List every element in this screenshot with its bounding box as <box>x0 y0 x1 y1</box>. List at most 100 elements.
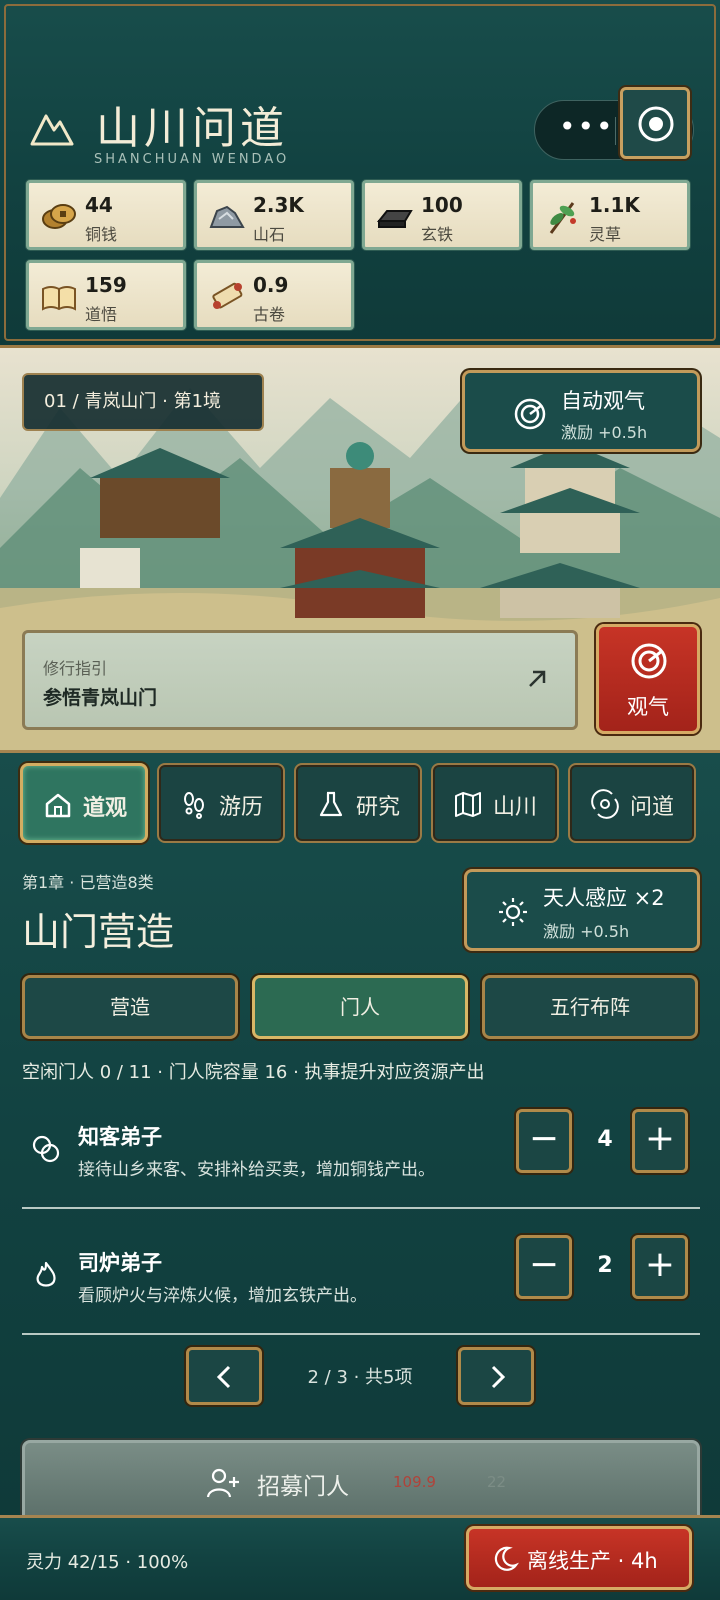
resource-label: 道悟 <box>85 305 118 324</box>
chevron-right-icon <box>491 1365 506 1389</box>
app-subtitle: SHANCHUAN WENDAO <box>94 152 290 167</box>
resource-value: 2.3K <box>253 193 304 217</box>
recruit-label: 招募门人 <box>257 1474 349 1500</box>
recruit-cost-coins: 109.9 <box>393 1473 436 1491</box>
tab-label: 研究 <box>356 795 401 820</box>
guide-title: 修行指引 <box>43 659 108 678</box>
disciple-row: 知客弟子 接待山乡来客、安排补给买卖，增加铜钱产出。 − 4 + <box>22 1093 700 1209</box>
header: 山川问道 SHANCHUAN WENDAO ••• 44 铜钱 2.3K 山石 <box>0 0 720 348</box>
recruit-disciple-button[interactable]: 招募门人 109.9 22 <box>22 1440 700 1524</box>
flame-icon <box>36 1261 56 1287</box>
recruit-cost-herb: 22 <box>487 1473 507 1491</box>
radar-icon <box>631 643 667 679</box>
sect-scene[interactable]: 01 / 青岚山门 · 第1境 自动观气 激励 +0.5h 修行指引 参悟青岚山… <box>0 348 720 750</box>
offline-production-button[interactable]: 离线生产 · 4h <box>466 1526 692 1590</box>
tab-travel[interactable]: 游历 <box>157 763 285 843</box>
tab-wendao[interactable]: 问道 <box>568 763 696 843</box>
radar-icon <box>514 398 546 430</box>
auto-observe-sub: 激励 +0.5h <box>561 423 648 442</box>
capsule-divider <box>615 117 616 145</box>
iron-ingot-icon <box>376 210 413 228</box>
plus-button[interactable]: + <box>632 1109 688 1173</box>
orbit-icon <box>591 789 619 819</box>
sun-icon <box>499 898 527 926</box>
footprints-icon <box>184 792 204 819</box>
home-icon <box>45 793 71 818</box>
resource-value: 100 <box>421 193 463 217</box>
resource-label: 铜钱 <box>85 225 118 244</box>
disciple-name: 知客弟子 <box>78 1125 162 1149</box>
stage-label: 01 / 青岚山门 · 第1境 <box>22 373 264 431</box>
resource-value: 0.9 <box>253 273 289 297</box>
subtab-five-elements[interactable]: 五行布阵 <box>482 975 698 1039</box>
resource-label: 山石 <box>253 225 286 244</box>
disciple-desc: 接待山乡来客、安排补给买卖，增加铜钱产出。 <box>78 1160 435 1180</box>
chapter-label: 第1章 · 已营造8类 <box>22 873 154 892</box>
tab-research[interactable]: 研究 <box>294 763 422 843</box>
target-button[interactable] <box>620 87 690 159</box>
app-title: 山川问道 <box>96 103 288 154</box>
scroll-icon <box>212 282 243 309</box>
plus-button[interactable]: + <box>632 1235 688 1299</box>
resource-card-scroll: 0.9 古卷 <box>194 260 354 330</box>
next-page-button[interactable] <box>458 1347 534 1405</box>
mountain-logo-icon <box>30 114 74 146</box>
resource-card-iron: 100 玄铁 <box>362 180 522 250</box>
subtab-disciples[interactable]: 门人 <box>252 975 468 1039</box>
target-icon <box>638 106 674 142</box>
heaven-resonance-button[interactable]: 天人感应 ×2 激励 +0.5h <box>464 869 700 951</box>
cultivation-guide-card[interactable]: 修行指引 参悟青岚山门 <box>22 630 578 730</box>
tab-daoguan[interactable]: 道观 <box>20 763 148 843</box>
spirit-power-stat: 灵力 42/15 · 100% <box>26 1552 189 1573</box>
chevron-left-icon <box>216 1365 231 1389</box>
moon-icon <box>494 1546 519 1571</box>
arrow-up-right-icon <box>529 670 546 687</box>
tab-mountains[interactable]: 山川 <box>431 763 559 843</box>
guide-task: 参悟青岚山门 <box>43 687 158 709</box>
resource-value: 1.1K <box>589 193 640 217</box>
auto-observe-title: 自动观气 <box>561 389 645 413</box>
offline-production-label: 离线生产 · 4h <box>527 1549 658 1573</box>
footer-bar: 灵力 42/15 · 100% 离线生产 · 4h <box>0 1515 720 1600</box>
disciple-count: 4 <box>597 1127 613 1152</box>
heaven-resonance-sub: 激励 +0.5h <box>543 922 630 941</box>
auto-observe-button[interactable]: 自动观气 激励 +0.5h <box>462 370 700 452</box>
section-title: 山门营造 <box>22 910 175 954</box>
subtab-build[interactable]: 营造 <box>22 975 238 1039</box>
disciple-count: 2 <box>597 1253 613 1278</box>
tab-label: 山川 <box>493 795 538 820</box>
add-user-icon <box>206 1468 239 1498</box>
coins-outline-icon <box>32 1135 60 1163</box>
tab-label: 游历 <box>219 795 264 820</box>
flask-icon <box>319 791 343 817</box>
disciple-name: 司炉弟子 <box>78 1251 162 1275</box>
more-dots-icon[interactable]: ••• <box>559 113 615 141</box>
herb-icon <box>549 202 576 234</box>
observe-qi-button[interactable]: 观气 <box>596 624 700 734</box>
main-panel: 道观 游历 研究 山川 问道 第1章 · 已营造8类 山门营造 天人感应 ×2 … <box>0 750 720 1524</box>
resource-label: 古卷 <box>253 305 286 324</box>
resource-card-herb: 1.1K 灵草 <box>530 180 690 250</box>
book-icon <box>42 286 76 311</box>
resource-value: 159 <box>85 273 127 297</box>
tab-label: 问道 <box>630 795 675 820</box>
map-icon <box>455 792 481 817</box>
stone-icon <box>209 205 245 228</box>
pager-text: 2 / 3 · 共5项 <box>307 1367 413 1388</box>
resource-label: 玄铁 <box>421 225 454 244</box>
resource-card-coins: 44 铜钱 <box>26 180 186 250</box>
resource-label: 灵草 <box>589 225 622 244</box>
disciple-info-line: 空闲门人 0 / 11 · 门人院容量 16 · 执事提升对应资源产出 <box>22 1062 485 1083</box>
coins-icon <box>42 204 76 229</box>
tab-label: 道观 <box>83 796 128 821</box>
resource-value: 44 <box>85 193 113 217</box>
disciple-row: 司炉弟子 看顾炉火与淬炼火候，增加玄铁产出。 − 2 + <box>22 1219 700 1335</box>
observe-qi-label: 观气 <box>627 695 669 719</box>
prev-page-button[interactable] <box>186 1347 262 1405</box>
minus-button[interactable]: − <box>516 1109 572 1173</box>
resource-card-stone: 2.3K 山石 <box>194 180 354 250</box>
resource-card-enlightenment: 159 道悟 <box>26 260 186 330</box>
minus-button[interactable]: − <box>516 1235 572 1299</box>
heaven-resonance-title: 天人感应 ×2 <box>543 886 665 910</box>
disciple-desc: 看顾炉火与淬炼火候，增加玄铁产出。 <box>78 1286 367 1306</box>
